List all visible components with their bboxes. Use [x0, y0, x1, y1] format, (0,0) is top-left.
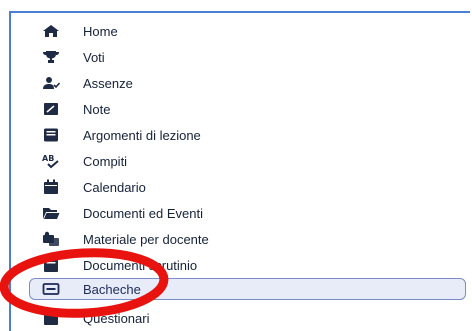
sidebar-item-label: Questionari	[83, 310, 150, 326]
sidebar-item-label: Materiale per docente	[83, 231, 209, 247]
sidebar-item-bacheche[interactable]: Bacheche	[29, 278, 466, 300]
lesson-topics-icon	[42, 127, 60, 143]
svg-text:AB: AB	[42, 154, 54, 163]
folder-open-icon	[42, 205, 60, 221]
shared-material-icon	[42, 231, 60, 247]
sidebar-item-voti[interactable]: Voti	[11, 45, 470, 69]
sidebar-item-label: Home	[83, 23, 118, 39]
sidebar-item-label: Bacheche	[83, 281, 141, 297]
trophy-icon	[42, 49, 60, 65]
sidebar-item-label: Calendario	[83, 179, 146, 195]
sidebar-item-label: Argomenti di lezione	[83, 127, 201, 143]
note-icon	[42, 101, 60, 117]
sidebar-item-label: Compiti	[83, 153, 128, 169]
sidebar-item-home[interactable]: Home	[11, 19, 470, 43]
user-check-icon	[42, 75, 60, 91]
scrutiny-document-icon	[42, 257, 60, 273]
calendar-icon	[42, 179, 60, 195]
spellcheck-icon: AB	[42, 153, 60, 169]
sidebar-item-note[interactable]: Note	[11, 97, 470, 121]
survey-icon	[42, 310, 60, 326]
sidebar-item-label: Note	[83, 101, 111, 117]
sidebar-item-questionari[interactable]: Questionari	[11, 306, 470, 330]
sidebar-item-assenze[interactable]: Assenze	[11, 71, 470, 95]
sidebar-item-documenti-eventi[interactable]: Documenti ed Eventi	[11, 201, 470, 225]
sidebar-item-label: Documenti scrutinio	[83, 257, 198, 273]
sidebar-item-documenti-scrutinio[interactable]: Documenti scrutinio	[11, 253, 470, 277]
sidebar-item-argomenti[interactable]: Argomenti di lezione	[11, 123, 470, 147]
sidebar-item-label: Documenti ed Eventi	[83, 205, 203, 221]
board-icon	[42, 281, 60, 297]
sidebar-item-compiti[interactable]: AB Compiti	[11, 149, 470, 173]
home-icon	[42, 23, 60, 39]
sidebar-panel: Home Voti Assenze Note Argomenti di lezi	[9, 11, 470, 331]
sidebar-item-label: Voti	[83, 49, 105, 65]
sidebar-item-label: Assenze	[83, 75, 133, 91]
sidebar-item-calendario[interactable]: Calendario	[11, 175, 470, 199]
sidebar-item-materiale[interactable]: Materiale per docente	[11, 227, 470, 251]
